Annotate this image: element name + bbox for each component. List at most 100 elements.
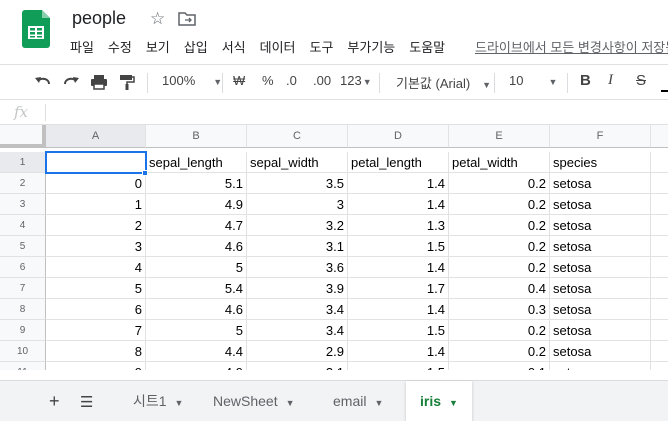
row-header[interactable]: 9 — [0, 320, 46, 341]
cell-d10[interactable]: 1.4 — [348, 341, 449, 362]
cell-f1[interactable]: species — [550, 152, 651, 173]
cell-e11[interactable]: 0.1 — [449, 362, 550, 370]
cell-f6[interactable]: setosa — [550, 257, 651, 278]
cell-e10[interactable]: 0.2 — [449, 341, 550, 362]
cell-b9[interactable]: 5 — [146, 320, 247, 341]
strikethrough-button[interactable]: S — [636, 72, 646, 89]
text-color-button[interactable] — [661, 72, 668, 92]
cell-g2[interactable] — [651, 173, 668, 194]
cell-c6[interactable]: 3.6 — [247, 257, 348, 278]
spreadsheet-grid[interactable]: A B C D E F 1 sepal_length sepal_width petal_leng… — [0, 125, 668, 370]
cell-g8[interactable] — [651, 299, 668, 320]
currency-button[interactable]: ₩ — [233, 73, 245, 88]
row-header[interactable]: 6 — [0, 257, 46, 278]
cell-e4[interactable]: 0.2 — [449, 215, 550, 236]
sheets-logo-icon[interactable] — [22, 10, 50, 48]
cell-e3[interactable]: 0.2 — [449, 194, 550, 215]
row-header[interactable]: 8 — [0, 299, 46, 320]
cell-g10[interactable] — [651, 341, 668, 362]
column-header-b[interactable]: B — [146, 125, 247, 148]
menu-insert[interactable]: 삽입 — [184, 37, 208, 56]
all-sheets-icon[interactable]: ☰ — [80, 393, 93, 411]
cell-c2[interactable]: 3.5 — [247, 173, 348, 194]
chevron-down-icon[interactable]: ▼ — [374, 398, 383, 408]
row-header[interactable]: 4 — [0, 215, 46, 236]
column-header-f[interactable]: F — [550, 125, 651, 148]
cell-f11[interactable]: setosa — [550, 362, 651, 370]
column-header-a[interactable]: A — [46, 125, 146, 148]
cell-a1[interactable] — [46, 152, 146, 173]
cell-d2[interactable]: 1.4 — [348, 173, 449, 194]
cell-a3[interactable]: 1 — [46, 194, 146, 215]
cell-a6[interactable]: 4 — [46, 257, 146, 278]
chevron-down-icon[interactable]: ▼ — [449, 398, 458, 408]
increase-decimal-button[interactable]: .00 — [313, 73, 331, 88]
row-header[interactable]: 3 — [0, 194, 46, 215]
menu-addons[interactable]: 부가기능 — [347, 37, 395, 56]
print-icon[interactable] — [90, 74, 108, 90]
cell-b1[interactable]: sepal_length — [146, 152, 247, 173]
cell-a9[interactable]: 7 — [46, 320, 146, 341]
font-select[interactable]: 기본값 (Arial) ▼ — [396, 73, 491, 92]
cell-d1[interactable]: petal_length — [348, 152, 449, 173]
row-header[interactable]: 7 — [0, 278, 46, 299]
cell-c5[interactable]: 3.1 — [247, 236, 348, 257]
cell-g1[interactable] — [651, 152, 668, 173]
cell-g3[interactable] — [651, 194, 668, 215]
cell-b8[interactable]: 4.6 — [146, 299, 247, 320]
star-icon[interactable]: ☆ — [150, 9, 165, 29]
chevron-down-icon[interactable]: ▼ — [175, 398, 184, 408]
redo-icon[interactable] — [62, 75, 80, 89]
cell-c11[interactable]: 3.1 — [247, 362, 348, 370]
formula-input[interactable] — [52, 104, 652, 121]
cell-f3[interactable]: setosa — [550, 194, 651, 215]
sheet-tab-시트1[interactable]: 시트1 ▼ — [119, 381, 197, 421]
menu-data[interactable]: 데이터 — [260, 37, 296, 56]
cell-a7[interactable]: 5 — [46, 278, 146, 299]
cell-d11[interactable]: 1.5 — [348, 362, 449, 370]
cell-c10[interactable]: 2.9 — [247, 341, 348, 362]
cell-g4[interactable] — [651, 215, 668, 236]
menu-help[interactable]: 도움말 — [409, 37, 445, 56]
cell-e5[interactable]: 0.2 — [449, 236, 550, 257]
cell-e6[interactable]: 0.2 — [449, 257, 550, 278]
cell-c7[interactable]: 3.9 — [247, 278, 348, 299]
cell-e8[interactable]: 0.3 — [449, 299, 550, 320]
cell-a4[interactable]: 2 — [46, 215, 146, 236]
cell-d4[interactable]: 1.3 — [348, 215, 449, 236]
menu-view[interactable]: 보기 — [146, 37, 170, 56]
cell-e2[interactable]: 0.2 — [449, 173, 550, 194]
cell-b6[interactable]: 5 — [146, 257, 247, 278]
zoom-select[interactable]: 100% ▼ — [162, 73, 222, 88]
decrease-decimal-button[interactable]: .0 — [286, 73, 297, 88]
paint-format-icon[interactable] — [119, 74, 135, 91]
column-header-d[interactable]: D — [348, 125, 449, 148]
cell-a8[interactable]: 6 — [46, 299, 146, 320]
cell-f2[interactable]: setosa — [550, 173, 651, 194]
cell-b5[interactable]: 4.6 — [146, 236, 247, 257]
cell-d3[interactable]: 1.4 — [348, 194, 449, 215]
italic-button[interactable]: I — [608, 72, 613, 89]
document-title[interactable]: people — [72, 8, 126, 29]
cell-b7[interactable]: 5.4 — [146, 278, 247, 299]
menu-tools[interactable]: 도구 — [310, 37, 334, 56]
column-header-c[interactable]: C — [247, 125, 348, 148]
cell-c9[interactable]: 3.4 — [247, 320, 348, 341]
cell-c8[interactable]: 3.4 — [247, 299, 348, 320]
menu-file[interactable]: 파일 — [70, 37, 94, 56]
row-header[interactable]: 11 — [0, 362, 46, 370]
move-to-folder-icon[interactable] — [178, 11, 196, 26]
cell-d8[interactable]: 1.4 — [348, 299, 449, 320]
row-header[interactable]: 2 — [0, 173, 46, 194]
cell-f9[interactable]: setosa — [550, 320, 651, 341]
cell-b4[interactable]: 4.7 — [146, 215, 247, 236]
cell-a2[interactable]: 0 — [46, 173, 146, 194]
cell-d6[interactable]: 1.4 — [348, 257, 449, 278]
cell-c4[interactable]: 3.2 — [247, 215, 348, 236]
cell-b10[interactable]: 4.4 — [146, 341, 247, 362]
cell-g9[interactable] — [651, 320, 668, 341]
cell-c1[interactable]: sepal_width — [247, 152, 348, 173]
last-edit-status[interactable]: 드라이브에서 모든 변경사항이 저장됨 — [475, 37, 668, 56]
font-size-select[interactable]: 10 ▼ — [509, 73, 557, 88]
select-all-corner[interactable] — [0, 125, 46, 148]
